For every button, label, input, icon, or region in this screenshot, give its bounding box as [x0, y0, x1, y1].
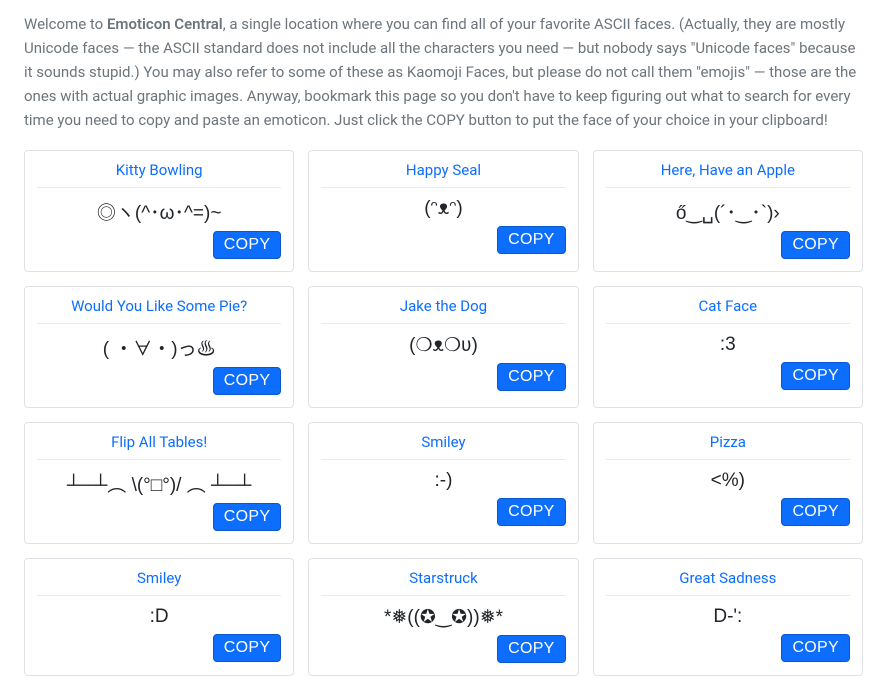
card-actions: COPY [37, 503, 281, 531]
emoticon-face: :D [37, 604, 281, 634]
emoticon-card: Pizza <%)COPY [593, 422, 863, 544]
emoticon-title: Cat Face [606, 297, 850, 324]
emoticon-title: Smiley [321, 433, 565, 460]
copy-button[interactable]: COPY [781, 498, 850, 526]
emoticon-card: Smiley :DCOPY [24, 558, 294, 676]
emoticon-face: ő‿␣(´･‿･`)› [606, 196, 850, 231]
emoticon-face: ◎ヽ(^･ω･^=)~ [37, 196, 281, 231]
copy-button[interactable]: COPY [497, 635, 566, 663]
card-actions: COPY [321, 498, 565, 526]
intro-brand: Emoticon Central [107, 15, 223, 33]
emoticon-card: Great Sadness D-':COPY [593, 558, 863, 676]
emoticon-face: *❅((✪‿✪))❅* [321, 604, 565, 635]
emoticon-face: ┴─┴︵ \(°□°)/ ︵ ┴─┴ [37, 468, 281, 503]
emoticon-title: Flip All Tables! [37, 433, 281, 460]
emoticon-title: Jake the Dog [321, 297, 565, 324]
card-actions: COPY [37, 634, 281, 662]
emoticon-title: Would You Like Some Pie? [37, 297, 281, 324]
copy-button[interactable]: COPY [213, 367, 282, 395]
emoticon-title: Happy Seal [321, 161, 565, 188]
copy-button[interactable]: COPY [781, 231, 850, 259]
copy-button[interactable]: COPY [497, 498, 566, 526]
card-actions: COPY [606, 498, 850, 526]
card-actions: COPY [606, 231, 850, 259]
emoticon-title: Pizza [606, 433, 850, 460]
card-actions: COPY [606, 362, 850, 390]
emoticon-face: D-': [606, 604, 850, 634]
card-actions: COPY [37, 367, 281, 395]
copy-button[interactable]: COPY [781, 634, 850, 662]
emoticon-card: Cat Face :3COPY [593, 286, 863, 408]
emoticon-card: Kitty Bowling ◎ヽ(^･ω･^=)~COPY [24, 150, 294, 272]
emoticon-title: Smiley [37, 569, 281, 596]
emoticon-card: Happy Seal (ᵔᴥᵔ)COPY [308, 150, 578, 272]
emoticon-face: (ᵔᴥᵔ) [321, 196, 565, 226]
emoticon-card: Would You Like Some Pie? ( ・∀・)っ♨COPY [24, 286, 294, 408]
card-actions: COPY [606, 634, 850, 662]
intro-text: Welcome to Emoticon Central, a single lo… [24, 12, 863, 132]
emoticon-grid: Kitty Bowling◎ヽ(^･ω･^=)~COPYHappy Seal(ᵔ… [24, 150, 863, 676]
emoticon-card: Smiley :-)COPY [308, 422, 578, 544]
emoticon-title: Great Sadness [606, 569, 850, 596]
emoticon-title: Kitty Bowling [37, 161, 281, 188]
card-actions: COPY [321, 635, 565, 663]
card-actions: COPY [37, 231, 281, 259]
copy-button[interactable]: COPY [213, 634, 282, 662]
emoticon-face: <%) [606, 468, 850, 498]
emoticon-face: ( ・∀・)っ♨ [37, 332, 281, 367]
emoticon-face: (❍ᴥ❍ʋ) [321, 332, 565, 363]
emoticon-card: Jake the Dog (❍ᴥ❍ʋ)COPY [308, 286, 578, 408]
copy-button[interactable]: COPY [497, 363, 566, 391]
emoticon-card: Flip All Tables! ┴─┴︵ \(°□°)/ ︵ ┴─┴COPY [24, 422, 294, 544]
card-actions: COPY [321, 363, 565, 391]
emoticon-face: :-) [321, 468, 565, 498]
intro-prefix: Welcome to [24, 15, 107, 33]
copy-button[interactable]: COPY [497, 226, 566, 254]
copy-button[interactable]: COPY [781, 362, 850, 390]
emoticon-face: :3 [606, 332, 850, 362]
card-actions: COPY [321, 226, 565, 254]
copy-button[interactable]: COPY [213, 503, 282, 531]
emoticon-card: Starstruck *❅((✪‿✪))❅*COPY [308, 558, 578, 676]
emoticon-card: Here, Have an Apple ő‿␣(´･‿･`)›COPY [593, 150, 863, 272]
emoticon-title: Here, Have an Apple [606, 161, 850, 188]
copy-button[interactable]: COPY [213, 231, 282, 259]
emoticon-title: Starstruck [321, 569, 565, 596]
